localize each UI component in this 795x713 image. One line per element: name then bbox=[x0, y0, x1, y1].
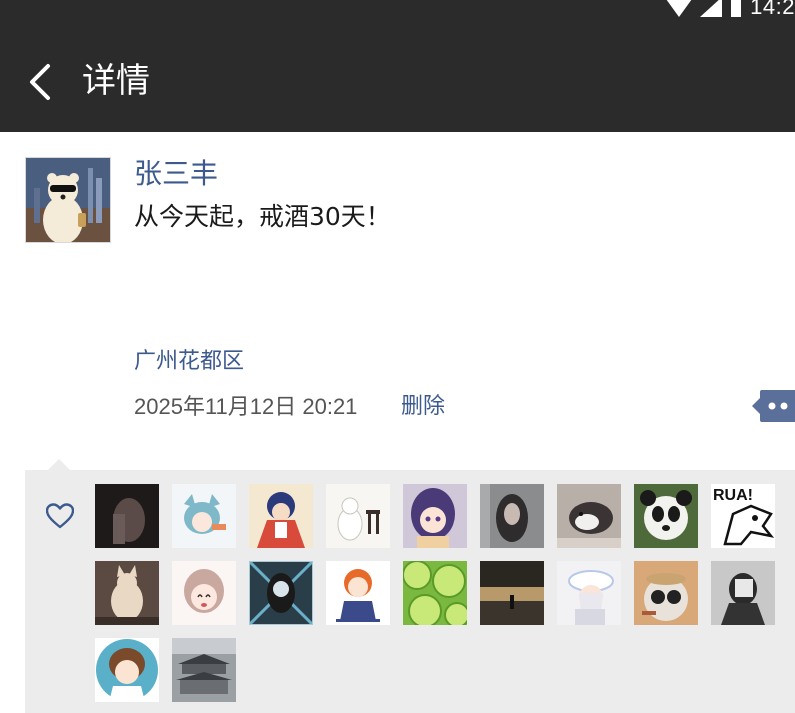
like-avatar-7[interactable] bbox=[557, 484, 621, 548]
battery-icon bbox=[731, 0, 742, 17]
status-bar: 14:2 bbox=[0, 0, 795, 22]
status-icons: 14:2 bbox=[666, 0, 795, 20]
like-avatar-2[interactable] bbox=[172, 484, 236, 548]
post-text: 从今天起，戒酒30天！ bbox=[134, 202, 391, 231]
page-title: 详情 bbox=[82, 61, 150, 101]
like-avatar-20[interactable] bbox=[172, 638, 236, 702]
like-avatar-6[interactable] bbox=[480, 484, 544, 548]
like-avatar-5[interactable] bbox=[403, 484, 467, 548]
like-avatar-4[interactable] bbox=[326, 484, 390, 548]
like-avatar-3[interactable] bbox=[249, 484, 313, 548]
back-button[interactable] bbox=[22, 60, 62, 104]
rua-text: RUA! bbox=[713, 487, 753, 504]
author-name[interactable]: 张三丰 bbox=[134, 156, 218, 192]
nav-bar: 详情 bbox=[0, 22, 795, 132]
status-time: 14:2 bbox=[750, 0, 795, 19]
like-avatar-17[interactable] bbox=[634, 561, 698, 625]
like-avatar-12[interactable] bbox=[249, 561, 313, 625]
delete-button[interactable]: 删除 bbox=[401, 391, 445, 423]
comment-menu-button[interactable] bbox=[752, 390, 795, 422]
author-avatar[interactable] bbox=[25, 157, 111, 243]
signal-icon bbox=[700, 0, 723, 17]
like-avatar-15[interactable] bbox=[480, 561, 544, 625]
like-avatar-19[interactable] bbox=[95, 638, 159, 702]
more-dots-icon bbox=[752, 390, 795, 422]
likes-panel-arrow bbox=[48, 459, 70, 470]
like-avatar-9[interactable]: RUA! bbox=[711, 484, 775, 548]
like-avatar-8[interactable] bbox=[634, 484, 698, 548]
wifi-icon bbox=[666, 0, 692, 17]
like-avatar-11[interactable] bbox=[172, 561, 236, 625]
like-avatar-16[interactable] bbox=[557, 561, 621, 625]
like-avatar-18[interactable] bbox=[711, 561, 775, 625]
like-avatar-13[interactable] bbox=[326, 561, 390, 625]
like-avatar-1[interactable] bbox=[95, 484, 159, 548]
post-time: 2025年11月12日 20:21 bbox=[134, 394, 358, 419]
like-avatar-14[interactable] bbox=[403, 561, 467, 625]
like-avatar-10[interactable] bbox=[95, 561, 159, 625]
heart-icon bbox=[45, 503, 75, 529]
post-location[interactable]: 广州花都区 bbox=[134, 346, 244, 378]
chevron-left-icon bbox=[30, 64, 50, 100]
polar-bear-avatar-image bbox=[26, 158, 110, 242]
